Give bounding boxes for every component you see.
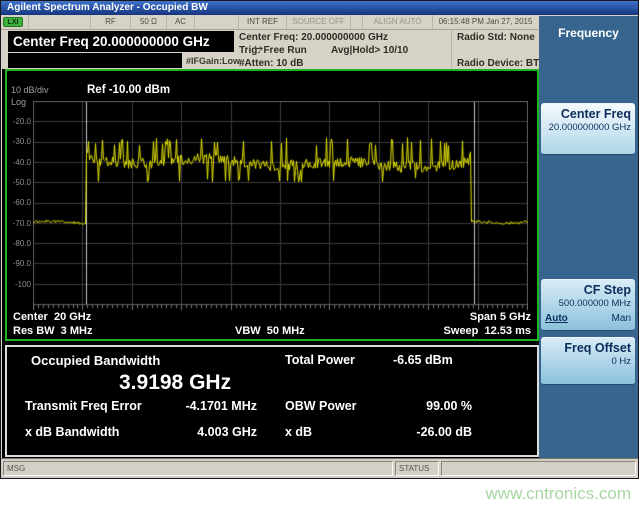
msg-cell: MSG	[3, 461, 393, 476]
coupling-indicator: AC	[167, 15, 195, 29]
spectrum-graph: 10 dB/div Log Ref -10.00 dBm -20.0 -30.0…	[5, 69, 539, 341]
y-axis-label: -60.0	[9, 198, 31, 207]
spectrum-trace-plot	[33, 101, 528, 311]
y-axis-label: -90.0	[9, 259, 31, 268]
softkey-value: 20.000000000 GHz	[545, 122, 631, 134]
auto-toggle[interactable]: Auto	[545, 313, 568, 324]
softkey-sidebar: Frequency Center Freq 20.000000000 GHz C…	[539, 16, 638, 458]
y-axis-label: -100	[9, 280, 31, 289]
man-toggle[interactable]: Man	[612, 313, 631, 324]
header-info-area: Center Freq 20.000000000 GHz #IFGain:Low…	[1, 30, 538, 69]
softkey-center-freq[interactable]: Center Freq 20.000000000 GHz	[541, 103, 635, 155]
radio-device-readout: Radio Device: BTS	[457, 58, 546, 69]
radio-std-readout: Radio Std: None	[457, 32, 535, 43]
trigger-readout: Trig: Free Run	[239, 45, 307, 56]
y-axis-label: -80.0	[9, 239, 31, 248]
status-spacer	[195, 15, 239, 29]
softkey-value: 0 Hz	[545, 356, 631, 368]
lxi-indicator: LXI	[3, 17, 23, 27]
if-gain-annotation: #IFGain:Low	[186, 56, 240, 66]
analyzer-window: Agilent Spectrum Analyzer - Occupied BW …	[0, 0, 639, 479]
obw-power-label: OBW Power	[285, 399, 357, 413]
xdb-bandwidth-label: x dB Bandwidth	[25, 425, 119, 439]
softkey-cf-step[interactable]: CF Step 500.000000 MHz Auto Man	[541, 279, 635, 331]
transmit-freq-error-value: -4.1701 MHz	[157, 399, 257, 413]
impedance-indicator: 50 Ω	[131, 15, 167, 29]
softkey-freq-offset[interactable]: Freq Offset 0 Hz	[541, 337, 635, 385]
watermark-text: www.cntronics.com	[486, 484, 631, 504]
results-title: Occupied Bandwidth	[31, 353, 160, 368]
int-ref-indicator: INT REF	[239, 15, 287, 29]
vbw-annotation: VBW 50 MHz	[235, 325, 305, 337]
atten-readout: #Atten: 10 dB	[239, 58, 303, 69]
datetime-display: 06:15:48 PM Jan 27, 2015	[433, 15, 538, 29]
softkey-menu-title: Frequency	[539, 26, 638, 40]
scale-label: 10 dB/div	[11, 85, 49, 95]
active-function-readout: Center Freq 20.000000000 GHz	[8, 31, 234, 52]
avg-hold-readout: Avg|Hold> 10/10	[331, 45, 408, 56]
sweep-annotation: Sweep 12.53 ms	[444, 325, 531, 337]
center-freq-readout: Center Freq: 20.000000000 GHz	[239, 32, 388, 43]
softkey-value: 500.000000 MHz	[545, 298, 631, 310]
align-indicator: ALIGN AUTO	[363, 15, 433, 29]
source-indicator: SOURCE OFF	[287, 15, 351, 29]
window-titlebar: Agilent Spectrum Analyzer - Occupied BW	[1, 1, 638, 15]
results-panel: Occupied Bandwidth 3.9198 GHz Total Powe…	[5, 345, 539, 457]
status-spacer	[29, 15, 91, 29]
active-function-entry-box	[8, 53, 182, 68]
status-spacer	[351, 15, 363, 29]
y-axis-label: -20.0	[9, 117, 31, 126]
total-power-label: Total Power	[285, 353, 355, 367]
softkey-label: CF Step	[545, 283, 631, 298]
y-axis-label: -70.0	[9, 219, 31, 228]
center-annotation: Center 20 GHz	[13, 311, 91, 323]
status-strip: LXI RF 50 Ω AC INT REF SOURCE OFF ALIGN …	[1, 15, 538, 30]
transmit-freq-error-label: Transmit Freq Error	[25, 399, 142, 413]
window-title: Agilent Spectrum Analyzer - Occupied BW	[7, 2, 208, 13]
header-divider	[451, 30, 452, 69]
status-empty-cell	[441, 461, 636, 476]
softkey-label: Freq Offset	[545, 341, 631, 356]
log-label: Log	[11, 97, 26, 107]
span-annotation: Span 5 GHz	[470, 311, 531, 323]
obw-power-value: 99.00 %	[377, 399, 472, 413]
bottom-status-bar: MSG STATUS	[1, 458, 638, 478]
rf-indicator: RF	[91, 15, 131, 29]
obw-value: 3.9198 GHz	[119, 371, 231, 395]
ref-level-label: Ref -10.00 dBm	[87, 84, 170, 96]
res-bw-annotation: Res BW 3 MHz	[13, 325, 92, 337]
lxi-cell: LXI	[1, 15, 29, 29]
status-cell: STATUS	[395, 461, 439, 476]
xdb-value: -26.00 dB	[377, 425, 472, 439]
xdb-bandwidth-value: 4.003 GHz	[157, 425, 257, 439]
y-axis-label: -40.0	[9, 158, 31, 167]
softkey-label: Center Freq	[545, 107, 631, 122]
y-axis-label: -50.0	[9, 178, 31, 187]
total-power-value: -6.65 dBm	[393, 353, 453, 367]
xdb-label: x dB	[285, 425, 312, 439]
screenshot-root: Agilent Spectrum Analyzer - Occupied BW …	[0, 0, 640, 510]
y-axis-label: -30.0	[9, 137, 31, 146]
